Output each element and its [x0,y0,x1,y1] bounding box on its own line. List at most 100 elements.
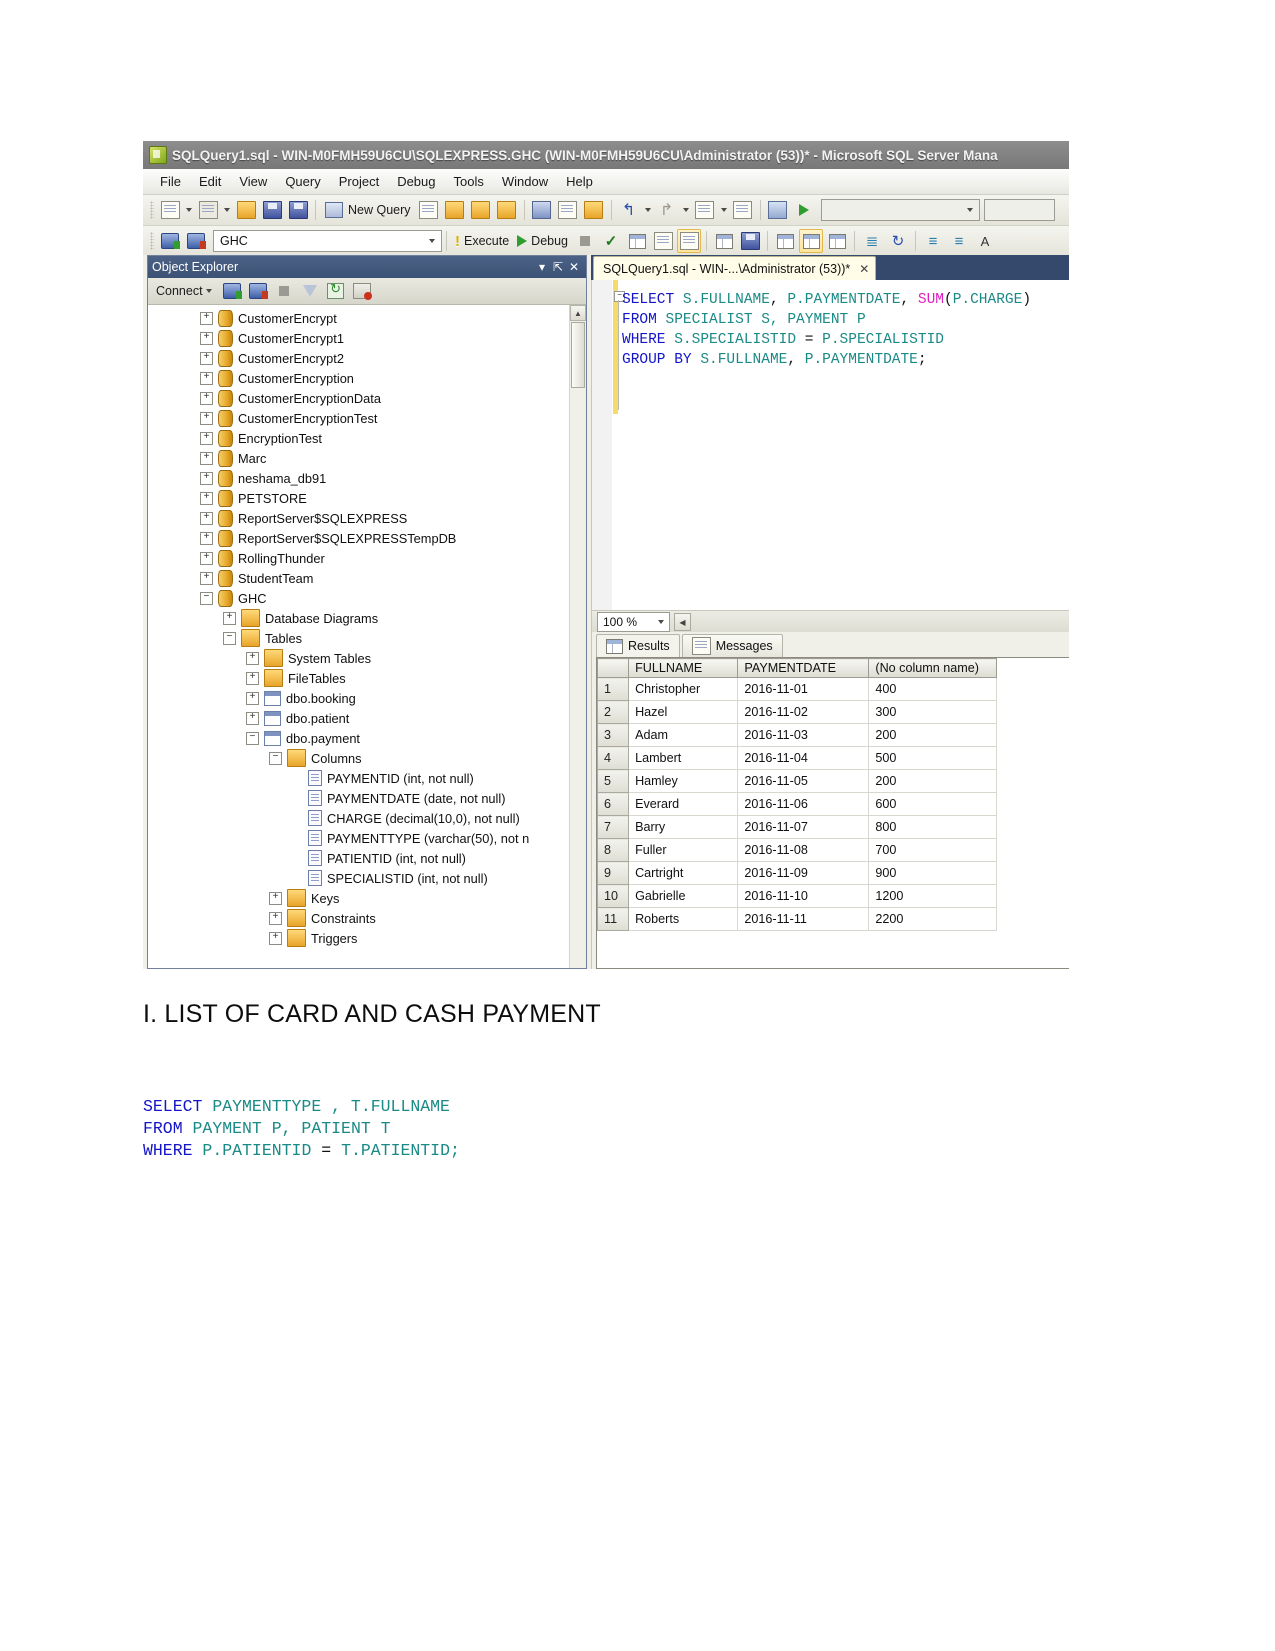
table-cell[interactable]: 400 [868,677,997,701]
table-cell[interactable]: Lambert [628,746,739,770]
menu-item-help[interactable]: Help [557,172,602,191]
results-to-text-button[interactable] [677,229,702,253]
stop-action-button[interactable] [272,279,296,303]
toolbar-combo-2[interactable] [983,199,1055,221]
table-cell[interactable]: 1200 [868,884,997,908]
filter-icon-button[interactable] [298,279,322,303]
expand-icon[interactable]: + [200,511,213,525]
table-cell[interactable]: 2016-11-06 [737,792,870,816]
results-grid-wrapper[interactable]: FULLNAME PAYMENTDATE (No column name) 1 Chri… [596,657,1069,969]
scroll-thumb[interactable] [571,322,585,388]
expand-icon[interactable]: + [200,571,213,585]
tree-node[interactable]: − Columns [148,748,570,768]
decrease-indent-button[interactable]: ≡ [921,229,945,253]
include-actual-plan-button[interactable] [773,229,797,253]
collapse-icon[interactable]: − [246,731,259,745]
results-to-grid-button[interactable] [712,229,736,253]
new-query-button[interactable]: New Query [320,202,416,218]
tree-node[interactable]: − Tables [148,628,570,648]
save-all-button[interactable] [286,198,310,222]
table-cell[interactable]: 2016-11-02 [737,700,870,724]
expand-icon[interactable]: + [200,351,213,365]
specify-values-button[interactable]: A [973,229,997,253]
database-selector[interactable]: GHC [213,230,442,252]
table-cell[interactable]: 2016-11-11 [737,907,870,931]
table-cell[interactable]: Gabrielle [628,884,739,908]
stop-button[interactable] [573,229,597,253]
toolbar-combo[interactable] [820,199,980,221]
copy-button[interactable] [556,198,580,222]
table-cell[interactable]: Fuller [628,838,739,862]
include-live-stats-button[interactable] [825,229,849,253]
new-dmx-query-button[interactable] [469,198,493,222]
menu-item-query[interactable]: Query [276,172,329,191]
debug-button[interactable]: Debug [513,234,572,248]
tree-node[interactable]: PAYMENTDATE (date, not null) [148,788,570,808]
tree-node[interactable]: + CustomerEncrypt2 [148,348,570,368]
tree-node[interactable]: + Database Diagrams [148,608,570,628]
expand-icon[interactable]: + [200,531,213,545]
chevron-down-icon[interactable] [186,208,192,212]
pin-icon[interactable]: ⇱ [550,260,566,274]
tab-results[interactable]: Results [596,634,680,657]
include-client-statistics-button[interactable] [799,229,824,253]
row-number-cell[interactable]: 10 [597,884,630,908]
tree-node[interactable]: PAYMENTTYPE (varchar(50), not n [148,828,570,848]
connect-object-explorer-button[interactable] [220,279,244,303]
tree-node[interactable]: + CustomerEncryptionTest [148,408,570,428]
table-cell[interactable]: Adam [628,723,739,747]
row-number-cell[interactable]: 6 [597,792,630,816]
execute-button[interactable]: ! Execute [451,233,513,250]
column-header[interactable]: (No column name) [868,658,997,678]
tree-node[interactable]: PATIENTID (int, not null) [148,848,570,868]
table-row[interactable]: 6 Everard 2016-11-06 600 [597,792,1069,816]
expand-icon[interactable]: + [246,711,259,725]
table-cell[interactable]: 2016-11-05 [737,769,870,793]
row-number-cell[interactable]: 7 [597,815,630,839]
row-number-cell[interactable]: 3 [597,723,630,747]
table-row[interactable]: 9 Cartright 2016-11-09 900 [597,861,1069,885]
scroll-up-arrow[interactable]: ▲ [570,305,586,321]
sql-code-editor[interactable]: − SELECT S.FULLNAME, P.PAYMENTDATE, SUM(… [591,280,1069,610]
table-cell[interactable]: 700 [868,838,997,862]
table-row[interactable]: 4 Lambert 2016-11-04 500 [597,746,1069,770]
chevron-down-icon[interactable] [644,208,651,212]
toolbar-grip[interactable] [150,201,154,219]
query-options-button[interactable] [651,229,675,253]
table-row[interactable]: 7 Barry 2016-11-07 800 [597,815,1069,839]
parse-button[interactable]: ✓ [599,229,623,253]
display-estimated-plan-button[interactable] [625,229,649,253]
table-cell[interactable]: 2016-11-04 [737,746,870,770]
table-cell[interactable]: Hamley [628,769,739,793]
tree-node[interactable]: CHARGE (decimal(10,0), not null) [148,808,570,828]
expand-icon[interactable]: + [246,671,259,685]
menu-item-project[interactable]: Project [330,172,388,191]
new-mdx-query-button[interactable] [443,198,467,222]
tree-node[interactable]: + Keys [148,888,570,908]
chevron-down-icon[interactable] [224,208,230,212]
menu-item-window[interactable]: Window [493,172,557,191]
table-cell[interactable]: Cartright [628,861,739,885]
comment-lines-button[interactable]: ≣ [860,229,884,253]
tree-node[interactable]: + CustomerEncryption [148,368,570,388]
tree-node[interactable]: + neshama_db91 [148,468,570,488]
table-cell[interactable]: 2016-11-03 [737,723,870,747]
expand-icon[interactable]: + [200,371,213,385]
menu-item-debug[interactable]: Debug [388,172,444,191]
row-number-cell[interactable]: 4 [597,746,630,770]
connect-button[interactable] [158,229,182,253]
refresh-button[interactable] [324,279,348,303]
table-row[interactable]: 8 Fuller 2016-11-08 700 [597,838,1069,862]
tree-node[interactable]: + CustomerEncrypt [148,308,570,328]
scroll-left-arrow[interactable]: ◀ [674,613,691,631]
tree-node[interactable]: + CustomerEncryptionData [148,388,570,408]
paste-button[interactable] [582,198,606,222]
row-number-cell[interactable]: 5 [597,769,630,793]
table-cell[interactable]: 2016-11-10 [737,884,870,908]
table-cell[interactable]: Roberts [628,907,739,931]
close-icon[interactable]: ✕ [859,262,869,276]
table-cell[interactable]: 800 [868,815,997,839]
expand-icon[interactable]: + [200,391,213,405]
tree-node[interactable]: + dbo.booking [148,688,570,708]
table-cell[interactable]: 500 [868,746,997,770]
